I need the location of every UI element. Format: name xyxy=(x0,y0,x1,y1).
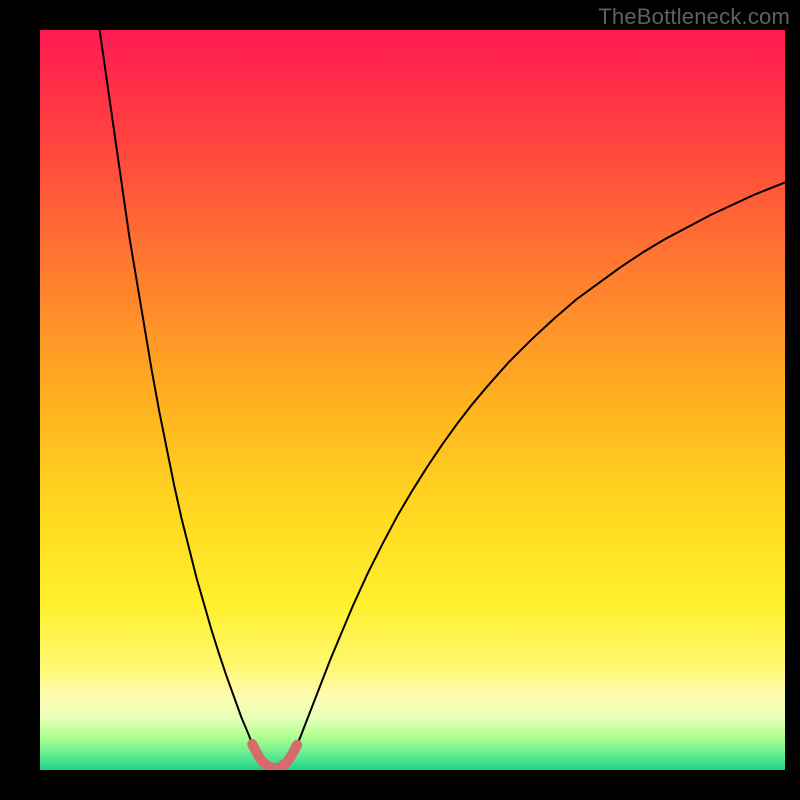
chart-frame: TheBottleneck.com xyxy=(0,0,800,800)
gradient-background xyxy=(40,30,785,770)
chart-svg xyxy=(40,30,785,770)
plot-area xyxy=(40,30,785,770)
watermark-text: TheBottleneck.com xyxy=(598,4,790,30)
